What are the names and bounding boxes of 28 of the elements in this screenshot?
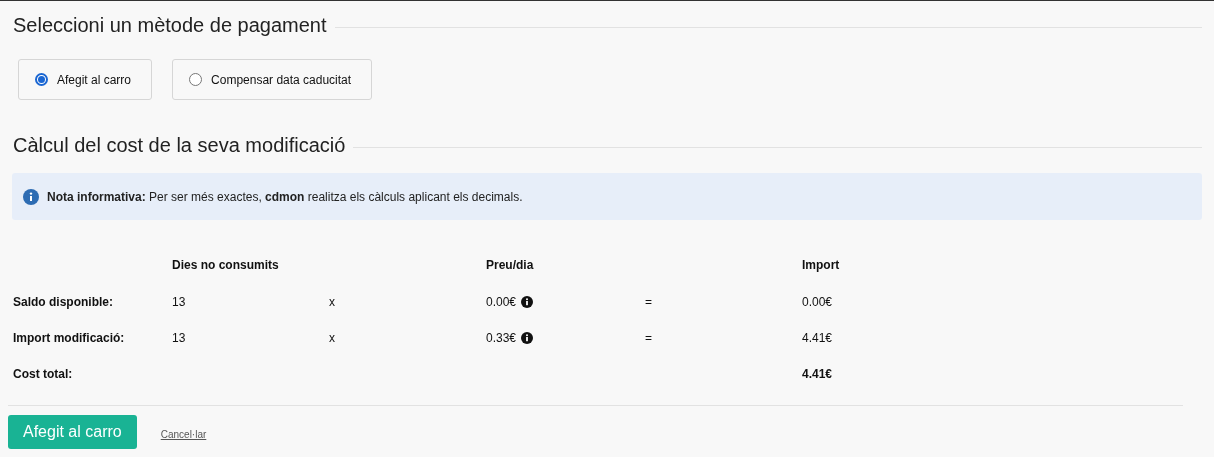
info-icon <box>521 332 534 344</box>
radio-button[interactable] <box>189 73 203 86</box>
payment-option[interactable]: Compensar data caducitat <box>172 59 373 100</box>
equals-sign: = <box>645 295 652 309</box>
total-amount: 4.41€ <box>802 367 833 381</box>
row-label: Saldo disponible: <box>13 295 113 309</box>
cancel-link[interactable]: Cancel·lar <box>160 428 207 440</box>
radio-button[interactable] <box>35 73 48 86</box>
column-header: Dies no consumits <box>172 257 280 274</box>
table-cell: 13 <box>172 331 186 345</box>
equals-sign: = <box>645 331 652 345</box>
section-title: Seleccioni un mètode de pagament <box>13 14 327 37</box>
table-cell: 0.33€ <box>486 331 517 345</box>
table-cell: 0.00€ <box>802 295 833 309</box>
info-icon <box>521 296 534 308</box>
row-label: Import modificació: <box>13 331 125 345</box>
row-label: Cost total: <box>13 367 73 381</box>
section-title: Càlcul del cost de la seva modificació <box>13 134 346 157</box>
multiply-sign: x <box>329 295 335 309</box>
column-header: Import <box>802 257 840 274</box>
column-header: Preu/dia <box>486 257 535 274</box>
payment-option[interactable]: Afegit al carro <box>18 59 153 100</box>
info-note: Nota informativa: Per ser més exactes, cdmon realitza els càlculs aplicant els decimals. <box>47 189 523 204</box>
table-cell: 13 <box>172 295 186 309</box>
table-cell: 0.00€ <box>486 295 517 309</box>
info-icon <box>23 188 39 205</box>
table-cell: 4.41€ <box>802 331 833 345</box>
multiply-sign: x <box>329 331 335 345</box>
